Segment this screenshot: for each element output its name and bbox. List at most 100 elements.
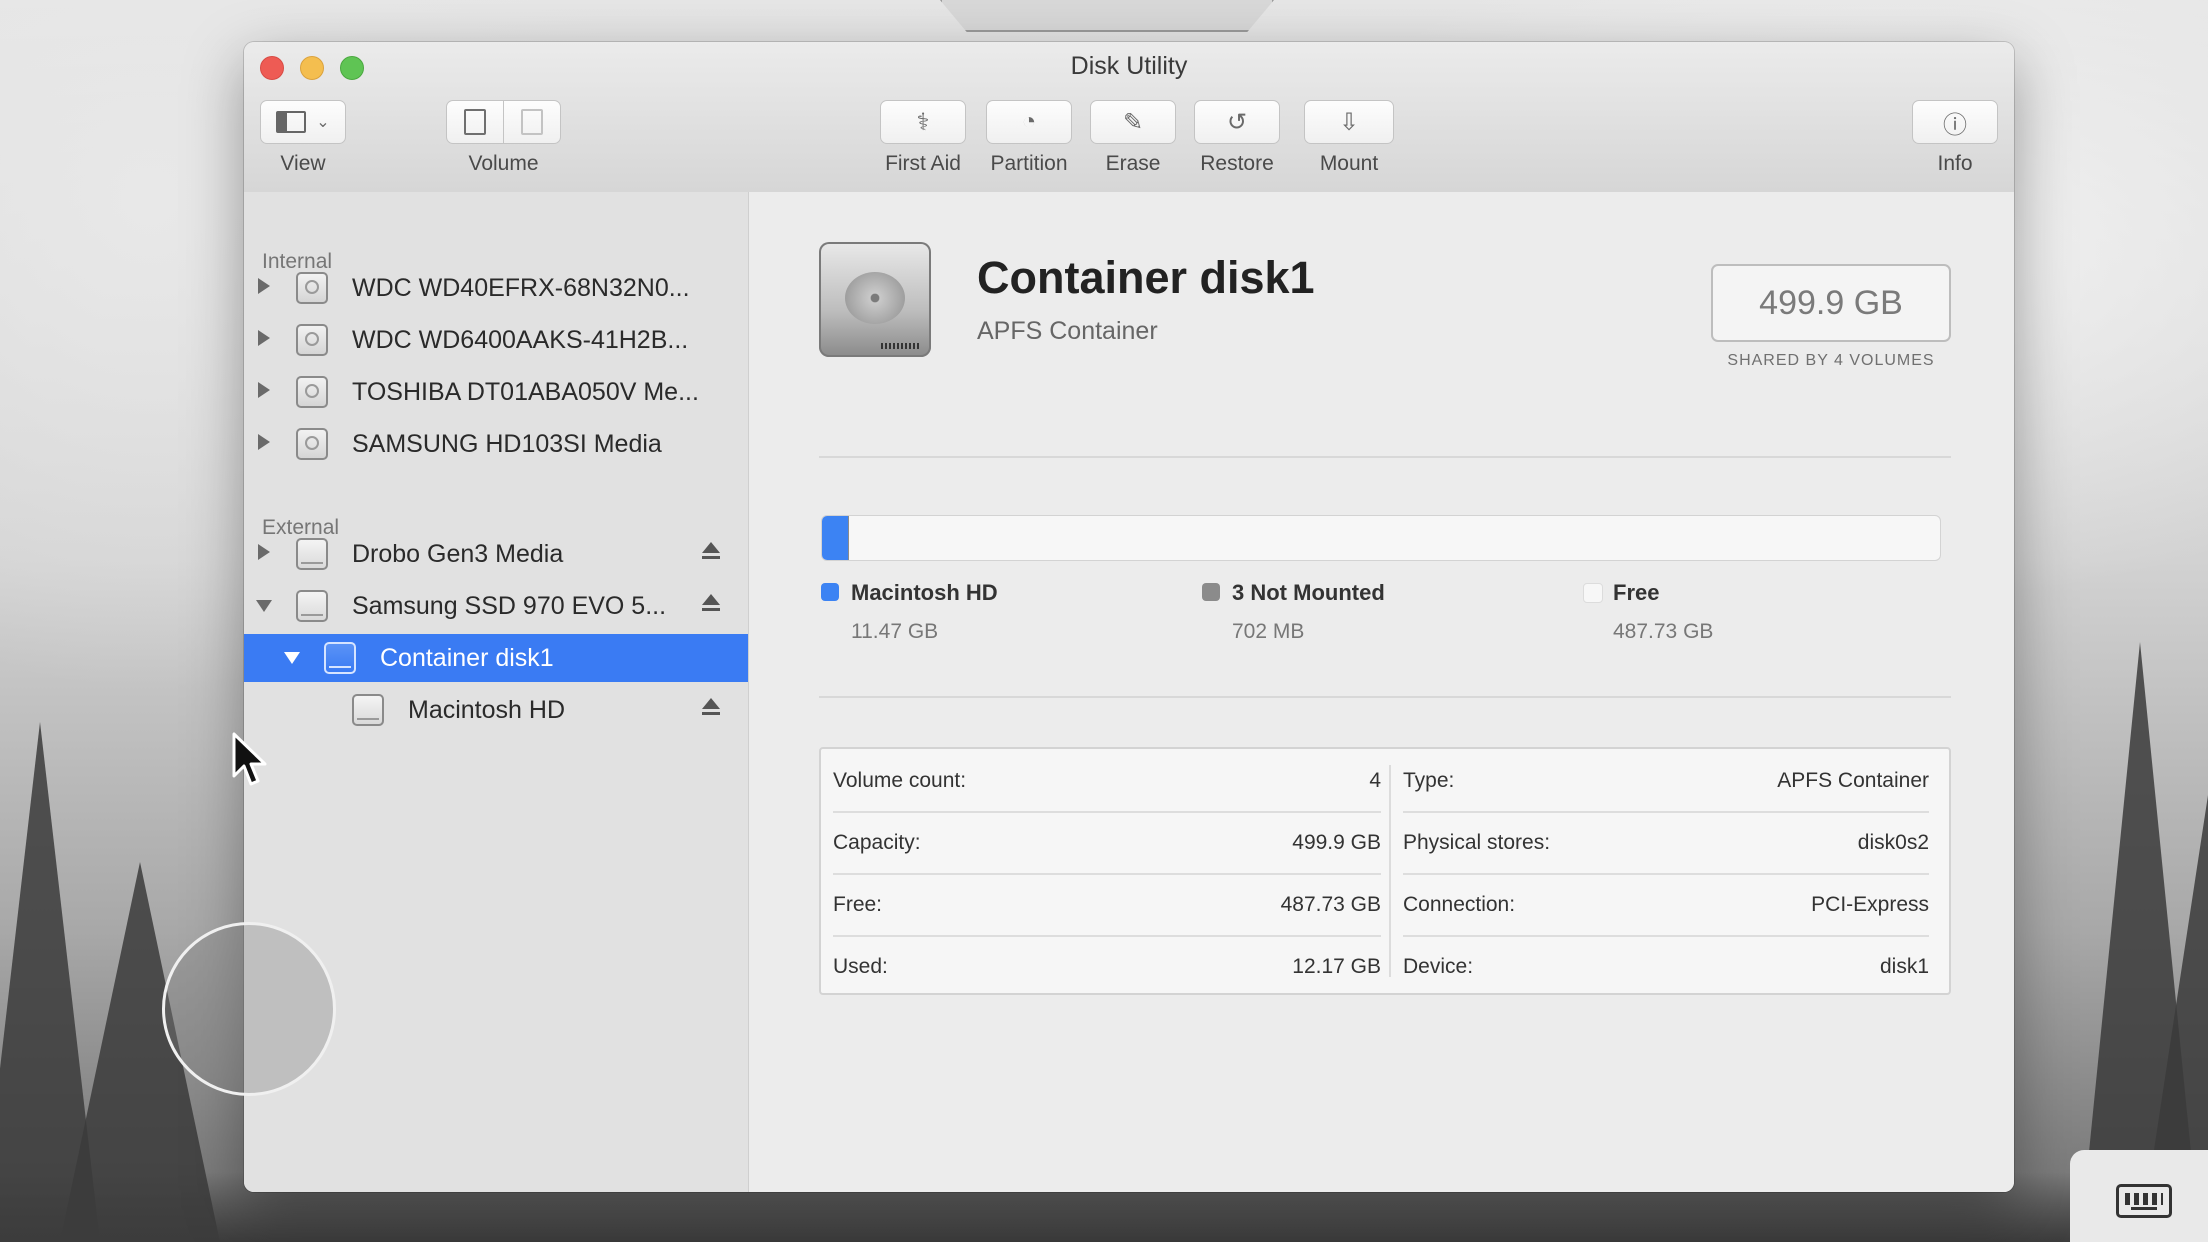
sidebar-item-label: Container disk1	[380, 644, 554, 672]
restore-button[interactable]: ↺	[1194, 100, 1280, 144]
sidebar-item-drobo[interactable]: Drobo Gen3 Media	[244, 530, 748, 578]
disclosure-triangle-icon[interactable]	[258, 434, 270, 450]
eject-icon[interactable]	[702, 542, 720, 564]
info-key: Volume count:	[833, 769, 967, 792]
info-column-right: Type: APFS Container Physical stores: di…	[1403, 749, 1929, 993]
info-value: 12.17 GB	[1292, 955, 1381, 978]
disclosure-triangle-icon[interactable]	[284, 652, 300, 664]
sidebar-item-samsung-hd103si[interactable]: SAMSUNG HD103SI Media	[244, 420, 748, 468]
mount-icon: ⇩	[1338, 108, 1360, 136]
chevron-down-icon: ⌄	[316, 114, 330, 131]
disclosure-triangle-icon[interactable]	[256, 600, 272, 612]
volume-title: Container disk1	[977, 252, 1315, 303]
eject-icon[interactable]	[702, 698, 720, 720]
titlebar-toolbar: Disk Utility ⌄ View Volume ⚕ First Aid ◔…	[244, 42, 2014, 193]
info-value: 487.73 GB	[1280, 893, 1381, 916]
mount-label: Mount	[1319, 152, 1379, 175]
sidebar-item-macintosh-hd[interactable]: Macintosh HD	[244, 686, 748, 734]
info-icon: ⓘ	[1943, 111, 1967, 139]
info-row: Physical stores: disk0s2	[1403, 811, 1929, 875]
container-icon	[324, 642, 356, 674]
sidebar-item-label: WDC WD40EFRX-68N32N0...	[352, 274, 690, 302]
sidebar-item-label: SAMSUNG HD103SI Media	[352, 430, 662, 458]
sidebar-item-wdc-wd40efrx[interactable]: WDC WD40EFRX-68N32N0...	[244, 264, 748, 312]
capacity-badge: 499.9 GB	[1711, 264, 1951, 342]
info-row: Device: disk1	[1403, 935, 1929, 997]
info-row: Capacity: 499.9 GB	[833, 811, 1381, 875]
volume-icon	[352, 694, 384, 726]
hard-drive-icon	[296, 376, 328, 408]
disclosure-triangle-icon[interactable]	[258, 278, 270, 294]
legend-swatch	[821, 583, 839, 601]
usage-segment-macintosh-hd	[822, 516, 848, 560]
legend-value: 487.73 GB	[1613, 620, 1714, 643]
view-button[interactable]: ⌄	[260, 100, 346, 144]
sidebar-item-wdc-wd6400aaks[interactable]: WDC WD6400AAKS-41H2B...	[244, 316, 748, 364]
info-key: Used:	[833, 955, 888, 978]
keyboard-icon	[2116, 1184, 2172, 1218]
info-row: Volume count: 4	[833, 749, 1381, 813]
first-aid-button[interactable]: ⚕	[880, 100, 966, 144]
mount-button[interactable]: ⇩	[1304, 100, 1394, 144]
partition-label: Partition	[990, 152, 1068, 175]
disclosure-triangle-icon[interactable]	[258, 382, 270, 398]
legend-name: Free	[1613, 580, 1660, 605]
external-drive-icon	[296, 590, 328, 622]
info-button[interactable]: ⓘ	[1912, 100, 1998, 144]
stethoscope-icon: ⚕	[916, 108, 930, 136]
disclosure-triangle-icon[interactable]	[258, 544, 270, 560]
info-key: Physical stores:	[1403, 831, 1551, 854]
info-value: 499.9 GB	[1292, 831, 1381, 854]
info-column-left: Volume count: 4 Capacity: 499.9 GB Free:…	[833, 749, 1381, 993]
erase-button[interactable]: ✎	[1090, 100, 1176, 144]
sidebar-item-label: Drobo Gen3 Media	[352, 540, 564, 568]
usage-bar	[821, 515, 1941, 561]
sidebar-item-label: TOSHIBA DT01ABA050V Me...	[352, 378, 699, 406]
sidebar-item-samsung-ssd-970[interactable]: Samsung SSD 970 EVO 5...	[244, 582, 748, 630]
remove-volume-button[interactable]	[503, 100, 561, 144]
partition-button[interactable]: ◔	[986, 100, 1072, 144]
erase-pencil-icon: ✎	[1122, 108, 1144, 136]
first-aid-label: First Aid	[885, 152, 961, 175]
external-drive-icon	[296, 538, 328, 570]
legend-swatch	[1202, 583, 1220, 601]
column-divider	[1389, 765, 1391, 977]
disk-icon	[819, 242, 931, 357]
click-indicator	[162, 922, 336, 1096]
restore-label: Restore	[1200, 152, 1274, 175]
erase-label: Erase	[1105, 152, 1161, 175]
window-title: Disk Utility	[1070, 52, 1188, 80]
info-key: Type:	[1403, 769, 1455, 792]
volume-subtitle: APFS Container	[977, 317, 1158, 345]
detail-pane: Container disk1 APFS Container 499.9 GB …	[749, 192, 2014, 1192]
info-key: Device:	[1403, 955, 1474, 978]
shared-volumes-note: SHARED BY 4 VOLUMES	[1727, 352, 1935, 369]
usage-segment-not-mounted	[847, 516, 850, 560]
add-volume-button[interactable]	[446, 100, 504, 144]
partition-pie-icon: ◔	[1021, 108, 1037, 135]
view-label: View	[280, 152, 326, 175]
sidebar-item-container-disk1[interactable]: Container disk1	[244, 634, 748, 682]
legend-value: 11.47 GB	[851, 620, 939, 643]
disk-utility-window: Disk Utility ⌄ View Volume ⚕ First Aid ◔…	[244, 42, 2014, 1192]
legend-swatch	[1583, 583, 1603, 603]
sidebar-icon	[276, 111, 307, 133]
legend-value: 702 MB	[1232, 620, 1305, 643]
sidebar-item-toshiba[interactable]: TOSHIBA DT01ABA050V Me...	[244, 368, 748, 416]
legend-name: Macintosh HD	[851, 580, 998, 605]
sidebar-item-label: WDC WD6400AAKS-41H2B...	[352, 326, 689, 354]
info-row: Free: 487.73 GB	[833, 873, 1381, 937]
info-key: Free:	[833, 893, 883, 916]
info-table: Volume count: 4 Capacity: 499.9 GB Free:…	[819, 747, 1951, 995]
eject-icon[interactable]	[702, 594, 720, 616]
restore-arrow-icon: ↺	[1226, 108, 1248, 136]
legend-name: 3 Not Mounted	[1232, 580, 1385, 605]
info-value: 4	[1369, 769, 1381, 792]
disclosure-triangle-icon[interactable]	[258, 330, 270, 346]
info-key: Connection:	[1403, 893, 1516, 916]
info-value: disk0s2	[1857, 831, 1929, 854]
divider	[819, 696, 1951, 698]
info-row: Type: APFS Container	[1403, 749, 1929, 813]
info-label: Info	[1937, 152, 1973, 175]
info-value: disk1	[1879, 955, 1929, 978]
